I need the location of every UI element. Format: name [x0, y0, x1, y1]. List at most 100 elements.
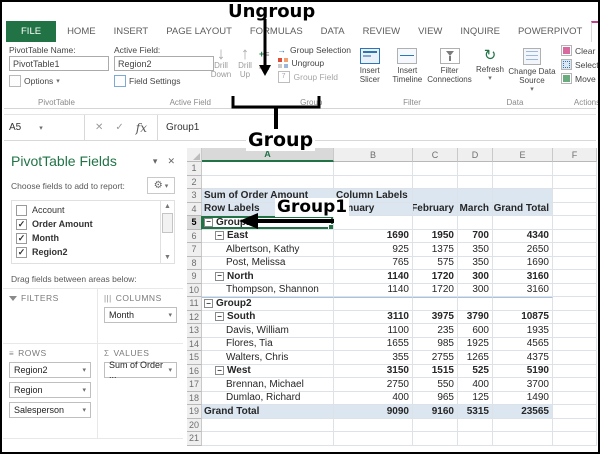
cell-E9[interactable]: 3160	[493, 270, 553, 284]
cell-A2[interactable]	[202, 175, 334, 189]
columns-area[interactable]: ||| COLUMNS Month ▾	[98, 289, 183, 344]
cell-D12[interactable]: 3790	[458, 310, 493, 324]
cell-B13[interactable]: 1100	[334, 324, 413, 338]
clear-button[interactable]: Clear ▾	[560, 45, 598, 56]
group-selection-button[interactable]: → Group Selection	[278, 45, 351, 55]
tab-powerpivot[interactable]: POWERPIVOT	[509, 21, 591, 42]
cell-C5[interactable]	[413, 216, 458, 230]
row-header-19[interactable]: 19	[187, 405, 202, 419]
cell-A12[interactable]: − South	[202, 310, 334, 324]
cell-F4[interactable]	[553, 202, 597, 216]
cell-D3[interactable]	[458, 189, 493, 203]
tab-review[interactable]: REVIEW	[354, 21, 409, 42]
cell-E11[interactable]	[493, 297, 553, 311]
scroll-up-icon[interactable]: ▲	[164, 201, 171, 212]
cell-A14[interactable]: Flores, Tia	[202, 337, 334, 351]
cell-E1[interactable]	[493, 162, 553, 176]
cell-F11[interactable]	[553, 297, 597, 311]
tab-page-layout[interactable]: PAGE LAYOUT	[157, 21, 241, 42]
cell-B12[interactable]: 3110	[334, 310, 413, 324]
tab-formulas[interactable]: FORMULAS	[241, 21, 312, 42]
field-list-scrollbar[interactable]: ▲ ▼	[160, 201, 174, 263]
cell-B5[interactable]	[334, 216, 413, 230]
row-header-2[interactable]: 2	[187, 175, 202, 189]
row-header-11[interactable]: 11	[187, 297, 202, 311]
row-header-15[interactable]: 15	[187, 351, 202, 365]
cell-D21[interactable]	[458, 432, 493, 446]
cell-F7[interactable]	[553, 243, 597, 257]
row-header-9[interactable]: 9	[187, 270, 202, 284]
checkbox-checked[interactable]: ✓	[16, 246, 27, 258]
cell-A5[interactable]: − Group1	[202, 216, 334, 230]
collapse-outline-icon[interactable]: −	[215, 366, 224, 376]
name-box-dropdown-icon[interactable]: ▾	[39, 124, 43, 132]
cell-D8[interactable]: 350	[458, 256, 493, 270]
collapse-outline-icon[interactable]: −	[215, 271, 224, 281]
cell-C2[interactable]	[413, 175, 458, 189]
cell-E18[interactable]: 1490	[493, 391, 553, 405]
dropdown-arrow-icon[interactable]: ▾	[168, 366, 172, 374]
cell-A15[interactable]: Walters, Chris	[202, 351, 334, 365]
row-header-3[interactable]: 3	[187, 189, 202, 203]
cell-D7[interactable]: 350	[458, 243, 493, 257]
row-header-16[interactable]: 16	[187, 364, 202, 378]
cell-F12[interactable]	[553, 310, 597, 324]
cell-C14[interactable]: 985	[413, 337, 458, 351]
field-item-month[interactable]: ✓ Month	[16, 231, 160, 245]
cell-F14[interactable]	[553, 337, 597, 351]
cell-C10[interactable]: 1720	[413, 283, 458, 297]
cell-F17[interactable]	[553, 378, 597, 392]
cell-D13[interactable]: 600	[458, 324, 493, 338]
cell-F2[interactable]	[553, 175, 597, 189]
cell-F3[interactable]	[553, 189, 597, 203]
cell-F20[interactable]	[553, 418, 597, 432]
cell-C21[interactable]	[413, 432, 458, 446]
expand-field-button[interactable]: +≡	[259, 50, 270, 59]
cell-B14[interactable]: 1655	[334, 337, 413, 351]
dropdown-arrow-icon[interactable]: ▾	[168, 311, 172, 319]
cell-D10[interactable]: 300	[458, 283, 493, 297]
cell-D14[interactable]: 1925	[458, 337, 493, 351]
field-item-order-amount[interactable]: ✓ Order Amount	[16, 217, 160, 231]
cell-D17[interactable]: 400	[458, 378, 493, 392]
cancel-icon[interactable]: ✕	[95, 122, 103, 133]
cell-D5[interactable]	[458, 216, 493, 230]
fill-handle[interactable]	[328, 223, 333, 229]
pane-options-icon[interactable]: ▾	[153, 156, 158, 167]
column-header-C[interactable]: C	[413, 148, 458, 162]
cell-B19[interactable]: 9090	[334, 405, 413, 419]
cell-D6[interactable]: 700	[458, 229, 493, 243]
cell-F5[interactable]	[553, 216, 597, 230]
cell-A13[interactable]: Davis, William	[202, 324, 334, 338]
cell-F6[interactable]	[553, 229, 597, 243]
row-header-14[interactable]: 14	[187, 337, 202, 351]
cell-E19[interactable]: 23565	[493, 405, 553, 419]
cell-F10[interactable]	[553, 283, 597, 297]
cell-B11[interactable]	[334, 297, 413, 311]
columns-item[interactable]: Month ▾	[104, 307, 177, 323]
select-button[interactable]: Select ▾	[560, 59, 598, 70]
ungroup-button[interactable]: Ungroup	[277, 58, 351, 68]
row-header-4[interactable]: 4	[187, 202, 202, 216]
cell-E21[interactable]	[493, 432, 553, 446]
cell-E15[interactable]: 4375	[493, 351, 553, 365]
cell-D15[interactable]: 1265	[458, 351, 493, 365]
tools-button[interactable]: ⚙ ▾	[147, 177, 175, 194]
column-header-D[interactable]: D	[458, 148, 493, 162]
cell-B20[interactable]	[334, 418, 413, 432]
active-field-input[interactable]: Region2	[114, 56, 214, 71]
cell-C1[interactable]	[413, 162, 458, 176]
name-box[interactable]: A5 ▾	[4, 115, 85, 140]
cell-A16[interactable]: − West	[202, 364, 334, 378]
cell-C7[interactable]: 1375	[413, 243, 458, 257]
cell-B18[interactable]: 400	[334, 391, 413, 405]
tab-insert[interactable]: INSERT	[105, 21, 158, 42]
cell-B2[interactable]	[334, 175, 413, 189]
cell-A7[interactable]: Albertson, Kathy	[202, 243, 334, 257]
options-button[interactable]: Options ▾	[9, 75, 109, 87]
cell-D18[interactable]: 125	[458, 391, 493, 405]
cell-C6[interactable]: 1950	[413, 229, 458, 243]
collapse-outline-icon[interactable]: −	[204, 299, 213, 309]
row-header-5[interactable]: 5	[187, 216, 202, 230]
tab-data[interactable]: DATA	[312, 21, 354, 42]
